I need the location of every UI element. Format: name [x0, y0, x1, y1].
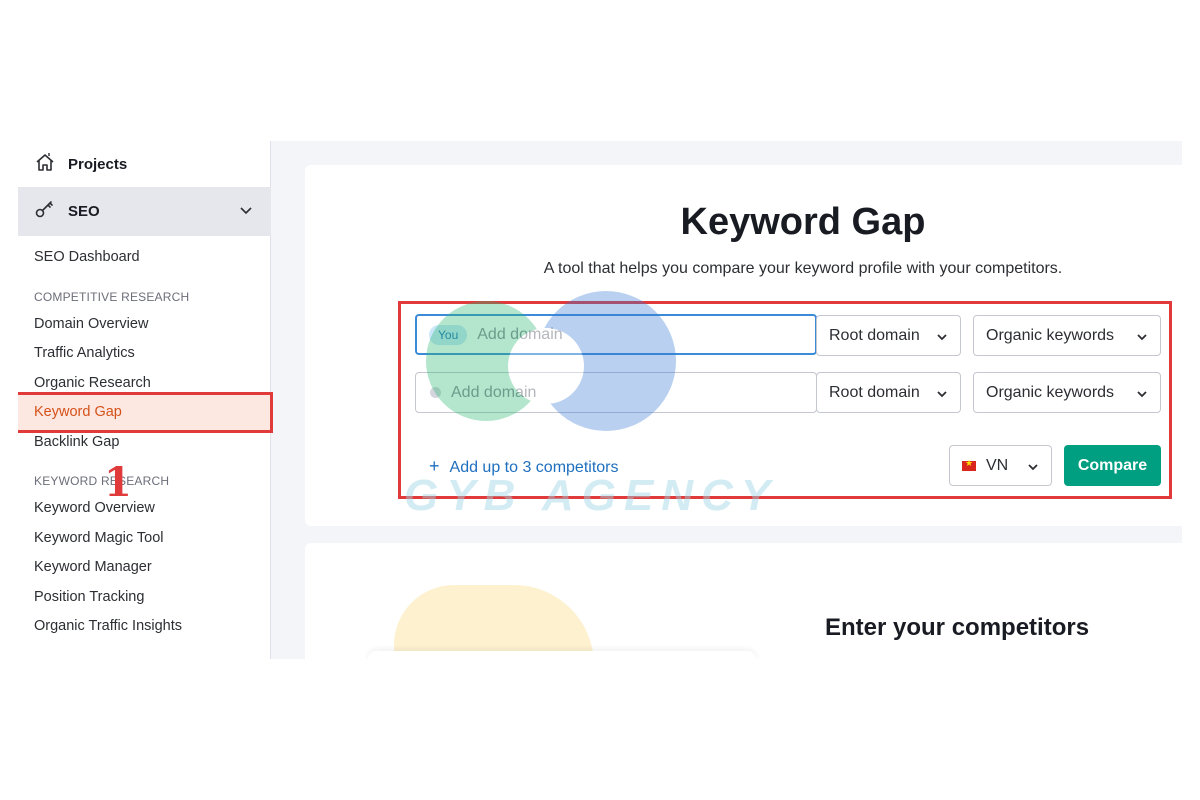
section-header-competitive-research: COMPETITIVE RESEARCH — [34, 290, 190, 304]
select-value: Organic keywords — [986, 383, 1115, 401]
chevron-down-icon — [1136, 387, 1148, 405]
country-select[interactable]: VN — [949, 445, 1052, 486]
select-value: VN — [986, 456, 1009, 474]
domain-scope-select-1[interactable]: Root domain — [816, 315, 961, 356]
sidebar-item-label: Projects — [68, 155, 128, 173]
sidebar-item-position-tracking[interactable]: Position Tracking — [34, 589, 144, 605]
chevron-down-icon — [1027, 460, 1039, 478]
status-dot-icon — [430, 387, 441, 398]
you-badge: You — [429, 324, 468, 345]
sidebar-item-backlink-gap[interactable]: Backlink Gap — [34, 434, 119, 450]
vietnam-flag-icon — [962, 458, 976, 471]
domain-input-you[interactable]: You Add domain — [415, 314, 817, 355]
home-icon — [34, 151, 56, 178]
section-header-keyword-research: KEYWORD RESEARCH — [34, 474, 170, 488]
agency-watermark-text: GYB AGENCY — [404, 471, 779, 520]
keyword-type-select-1[interactable]: Organic keywords — [973, 315, 1161, 356]
chevron-down-icon — [1136, 330, 1148, 348]
select-value: Organic keywords — [986, 326, 1115, 344]
sidebar-item-label: Keyword Gap — [34, 404, 122, 420]
chevron-down-icon — [936, 387, 948, 405]
select-value: Root domain — [829, 383, 920, 401]
app-window: Projects SEO SEO Dashboard COMPETITIVE R… — [18, 141, 1182, 659]
sidebar-item-organic-research[interactable]: Organic Research — [34, 375, 151, 391]
sidebar-item-traffic-analytics[interactable]: Traffic Analytics — [34, 345, 135, 361]
page-subtitle: A tool that helps you compare your keywo… — [543, 260, 1063, 277]
sidebar-item-keyword-gap[interactable]: Keyword Gap — [18, 392, 273, 433]
domain-placeholder: Add domain — [477, 325, 563, 343]
page-title: Keyword Gap — [680, 201, 926, 243]
domain-placeholder: Add domain — [451, 383, 537, 401]
compare-button[interactable]: Compare — [1064, 445, 1161, 486]
select-value: Root domain — [829, 326, 920, 344]
sidebar-item-keyword-magic-tool[interactable]: Keyword Magic Tool — [34, 530, 164, 546]
keyword-type-select-2[interactable]: Organic keywords — [973, 372, 1161, 413]
sidebar-item-domain-overview[interactable]: Domain Overview — [34, 316, 148, 332]
sidebar-item-keyword-overview[interactable]: Keyword Overview — [34, 500, 155, 516]
domain-input-competitor-1[interactable]: Add domain — [415, 372, 817, 413]
illustration-card — [368, 651, 756, 659]
annotation-marker-1: 1 — [104, 459, 132, 506]
sidebar-item-projects[interactable]: Projects — [18, 141, 271, 187]
domain-scope-select-2[interactable]: Root domain — [816, 372, 961, 413]
chevron-down-icon — [936, 330, 948, 348]
sidebar-item-keyword-manager[interactable]: Keyword Manager — [34, 559, 152, 575]
section-title-enter-competitors: Enter your competitors — [825, 614, 1090, 641]
sidebar-item-organic-traffic-insights[interactable]: Organic Traffic Insights — [34, 618, 182, 634]
